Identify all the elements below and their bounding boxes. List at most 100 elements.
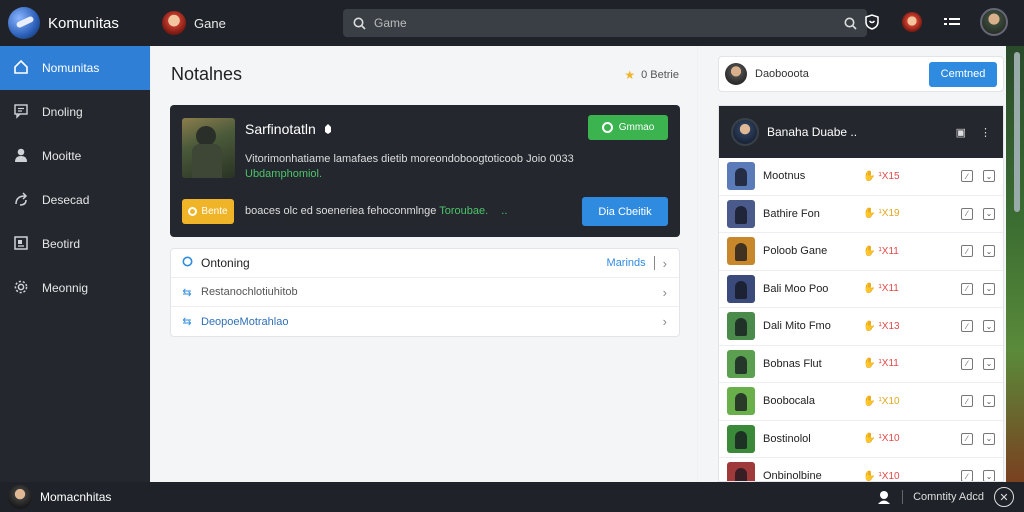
list-item[interactable]: ⇆ DeopoeMotrahlao ›	[171, 307, 679, 336]
player-score-value: ¹X19	[878, 208, 900, 220]
edit-icon[interactable]: ∕	[961, 357, 973, 370]
list-item-label: Ontoning	[201, 256, 250, 270]
circle-icon	[179, 256, 195, 270]
featured-card: Sarfinotatln Vitorimonhatiame lamafaes d…	[170, 105, 680, 237]
swap-icon: ⇆	[182, 316, 192, 328]
scrollbar[interactable]	[1014, 52, 1020, 212]
search-input[interactable]	[374, 16, 844, 30]
search-icon	[353, 17, 366, 30]
search-bar[interactable]	[343, 9, 867, 37]
secondary-button[interactable]: Bente	[182, 199, 234, 224]
window-icon[interactable]: ▣	[956, 126, 966, 139]
edit-icon[interactable]: ∕	[961, 207, 973, 220]
table-row[interactable]: Bobnas Flut ✋ ¹X11 ∕ ⌄	[719, 346, 1003, 383]
player-name: Bostinolol	[763, 432, 811, 445]
edit-icon[interactable]: ∕	[961, 470, 973, 481]
edit-icon[interactable]: ∕	[961, 245, 973, 258]
player-thumbnail	[727, 162, 755, 191]
divider	[653, 256, 655, 270]
table-row[interactable]: Boobocala ✋ ¹X10 ∕ ⌄	[719, 383, 1003, 421]
featured-thumbnail[interactable]	[182, 118, 235, 178]
expand-icon[interactable]: ⌄	[983, 245, 995, 258]
player-name: Boobocala	[763, 395, 815, 408]
featured-note-link[interactable]: Toroubae.	[439, 205, 488, 217]
edit-icon[interactable]: ∕	[961, 282, 973, 295]
expand-icon[interactable]: ⌄	[983, 432, 995, 445]
table-row[interactable]: Bostinolol ✋ ¹X10 ∕ ⌄	[719, 421, 1003, 458]
swap-icon: ⇆	[182, 286, 192, 299]
close-circle-icon[interactable]: ✕	[994, 487, 1014, 507]
player-score: ✋ ¹X15	[863, 171, 953, 182]
player-name: Mootnus	[763, 170, 806, 183]
sidebar-item-board[interactable]: Beotird	[0, 222, 150, 266]
featured-description-link[interactable]: Ubdamphomiol.	[245, 168, 322, 180]
player-name: Onbinolbine	[763, 470, 822, 482]
edit-icon[interactable]: ∕	[961, 432, 973, 445]
game-tab[interactable]: Gane	[162, 11, 226, 35]
edit-icon[interactable]: ∕	[961, 320, 973, 333]
search-submit-icon[interactable]	[844, 17, 857, 30]
list-item[interactable]: Ontoning Marinds ›	[171, 249, 679, 278]
chevron-right-icon[interactable]: ›	[663, 256, 667, 271]
chevron-right-icon[interactable]: ›	[663, 285, 667, 300]
table-row[interactable]: Onbinolbine ✋ ¹X10 ∕ ⌄	[719, 458, 1003, 482]
expand-icon[interactable]: ⌄	[983, 207, 995, 220]
cta-button[interactable]: Dia Cbeitik	[582, 197, 668, 226]
player-score-value: ¹X10	[878, 470, 900, 482]
sidebar-item-transfer[interactable]: Desecad	[0, 178, 150, 222]
sidebar-item-home[interactable]: Nomunitas	[0, 46, 150, 90]
thumbs-up-icon: ✋	[863, 208, 876, 220]
sidebar-item-settings[interactable]: Meonnig	[0, 266, 150, 310]
list-item-link[interactable]: Marinds	[607, 257, 646, 269]
menu-dots-icon[interactable]	[940, 10, 964, 34]
featured-description: Vitorimonhatiame lamafaes dietib moreond…	[245, 152, 590, 182]
player-thumbnail	[727, 462, 755, 481]
user-group-icon[interactable]	[876, 489, 892, 505]
table-row[interactable]: Bathire Fon ✋ ¹X19 ∕ ⌄	[719, 196, 1003, 233]
table-row[interactable]: Mootnus ✋ ¹X15 ∕ ⌄	[719, 158, 1003, 196]
avatar[interactable]	[731, 118, 759, 146]
row-actions: ∕ ⌄	[961, 170, 995, 183]
bottom-status-label: Comntity Adcd	[913, 491, 984, 503]
chevron-right-icon[interactable]: ›	[663, 314, 667, 329]
expand-icon[interactable]: ⌄	[983, 470, 995, 481]
connect-button[interactable]: Cemtned	[929, 61, 997, 87]
avatar[interactable]	[8, 485, 32, 509]
sidebar-item-messages[interactable]: Dnoling	[0, 90, 150, 134]
thumbs-up-icon: ✋	[863, 283, 876, 295]
list-item[interactable]: ⇆ Restanochlotiuhitob ›	[171, 278, 679, 307]
sidebar-item-label: Meonnig	[42, 281, 89, 295]
table-row[interactable]: Bali Moo Poo ✋ ¹X11 ∕ ⌄	[719, 271, 1003, 308]
avatar[interactable]	[725, 63, 747, 85]
sidebar-item-user[interactable]: Mooitte	[0, 134, 150, 178]
expand-icon[interactable]: ⌄	[983, 282, 995, 295]
featured-note-text: boaces olc ed soeneriea fehoconmlnge	[245, 205, 437, 217]
player-score: ✋ ¹X10	[863, 470, 953, 482]
primary-button[interactable]: Gmmao	[588, 115, 668, 140]
top-bar: Komunitas Gane	[0, 0, 1024, 46]
shield-heart-icon[interactable]	[860, 10, 884, 34]
player-thumbnail	[727, 349, 755, 378]
status-indicator: ★ 0 Betrie	[624, 68, 679, 82]
edit-icon[interactable]: ∕	[961, 395, 973, 408]
featured-title: Sarfinotatln	[245, 121, 334, 137]
featured-note: boaces olc ed soeneriea fehoconmlnge Tor…	[245, 205, 507, 217]
more-vertical-icon[interactable]: ⋮	[980, 126, 991, 139]
game-character-icon[interactable]	[900, 10, 924, 34]
user-avatar[interactable]	[980, 8, 1008, 36]
players-title: Banaha Duabe ..	[767, 125, 858, 139]
edit-icon[interactable]: ∕	[961, 170, 973, 183]
expand-icon[interactable]: ⌄	[983, 395, 995, 408]
player-name: Bobnas Flut	[763, 357, 822, 370]
row-actions: ∕ ⌄	[961, 245, 995, 258]
expand-icon[interactable]: ⌄	[983, 357, 995, 370]
expand-icon[interactable]: ⌄	[983, 170, 995, 183]
expand-icon[interactable]: ⌄	[983, 320, 995, 333]
table-row[interactable]: Poloob Gane ✋ ¹X11 ∕ ⌄	[719, 233, 1003, 271]
table-row[interactable]: Dali Mito Fmo ✋ ¹X13 ∕ ⌄	[719, 308, 1003, 346]
players-header-icons: ▣ ⋮	[956, 126, 991, 139]
brand[interactable]: Komunitas	[0, 7, 150, 39]
player-score-value: ¹X10	[878, 433, 900, 445]
community-card: Daobooota Cemtned	[718, 56, 1004, 92]
featured-title-text: Sarfinotatln	[245, 121, 316, 137]
